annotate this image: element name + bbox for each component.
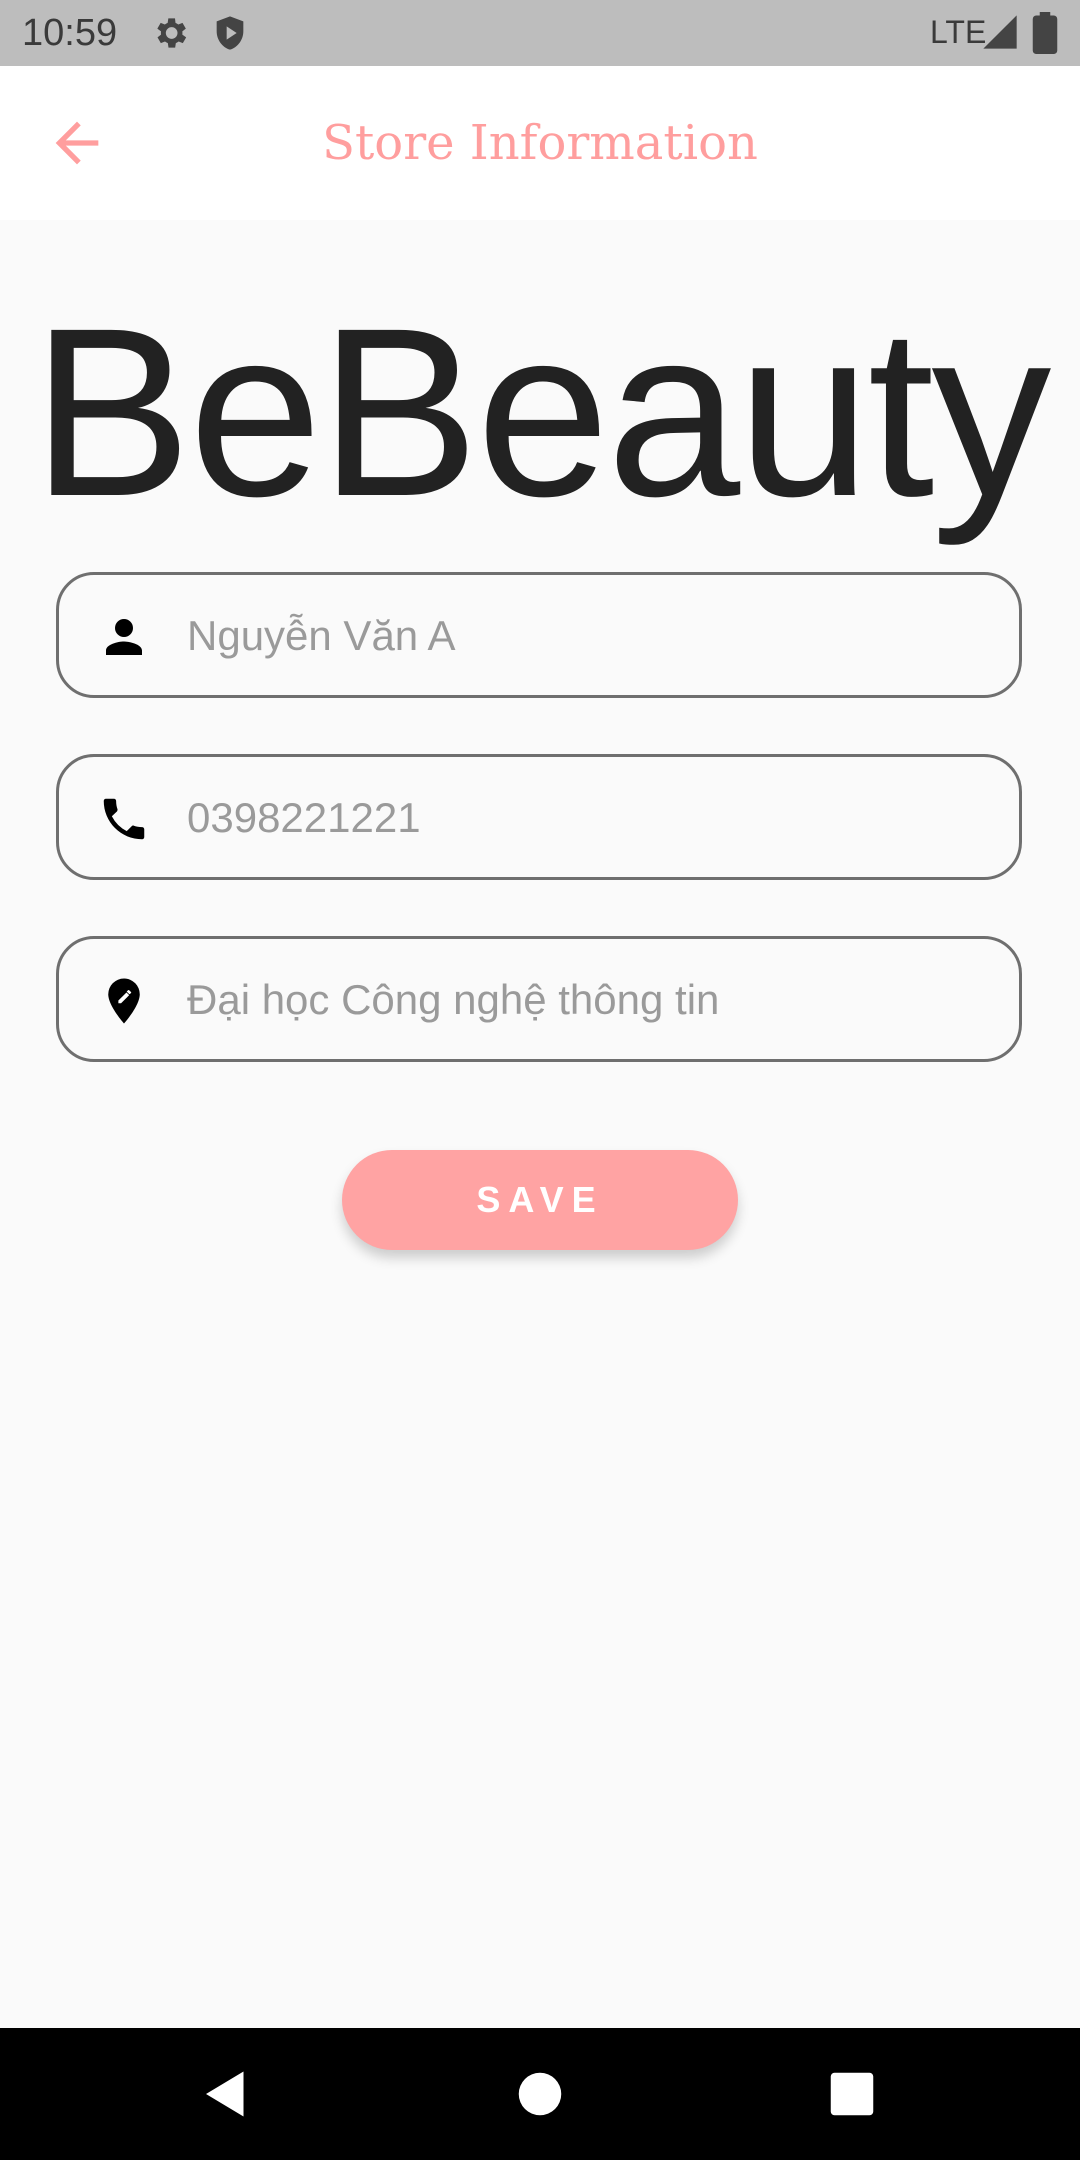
- person-icon: [106, 619, 142, 655]
- edit-location-icon: [108, 978, 140, 1024]
- brand-logo-text: BeBeauty: [31, 278, 1052, 546]
- page-title: Store Information: [322, 115, 758, 171]
- address-input[interactable]: [187, 957, 987, 1043]
- back-nav-icon[interactable]: [196, 2064, 256, 2124]
- phone-input[interactable]: [187, 775, 987, 861]
- shield-icon: [216, 16, 244, 50]
- save-button[interactable]: SAVE: [342, 1150, 738, 1250]
- status-time: 10:59: [22, 12, 118, 54]
- app-bar: Store Information: [0, 66, 1080, 220]
- network-type: LTE: [930, 14, 987, 50]
- battery-icon: [1032, 12, 1058, 54]
- system-nav-bar: [0, 2028, 1080, 2160]
- signal-icon: [983, 15, 1017, 49]
- gear-icon: [157, 18, 187, 48]
- phone-icon: [103, 798, 145, 840]
- status-bar: 10:59 LTE: [0, 0, 1080, 66]
- name-field[interactable]: [56, 572, 1022, 698]
- home-nav-icon[interactable]: [510, 2064, 570, 2124]
- recents-nav-icon[interactable]: [822, 2064, 882, 2124]
- name-input[interactable]: [187, 593, 987, 679]
- address-field[interactable]: [56, 936, 1022, 1062]
- phone-field[interactable]: [56, 754, 1022, 880]
